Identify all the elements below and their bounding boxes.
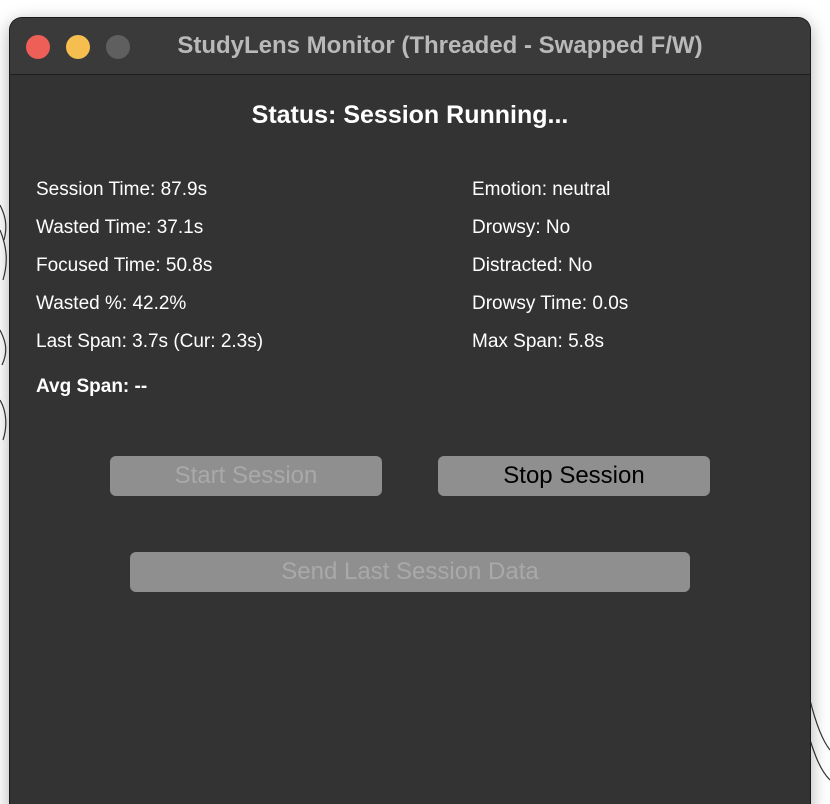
distracted-label: Distracted: No: [472, 255, 593, 276]
drowsy-time-label: Drowsy Time: 0.0s: [472, 293, 629, 314]
main-content: Status: Session Running... Session Time:…: [10, 75, 810, 804]
wasted-percent-label: Wasted %: 42.2%: [36, 293, 187, 314]
desktop-background: StudyLens Monitor (Threaded - Swapped F/…: [0, 0, 830, 804]
focused-time-label: Focused Time: 50.8s: [36, 255, 213, 276]
app-window: StudyLens Monitor (Threaded - Swapped F/…: [10, 18, 810, 804]
session-time-label: Session Time: 87.9s: [36, 179, 208, 200]
avg-span-label: Avg Span: --: [36, 376, 148, 397]
send-last-session-data-button[interactable]: Send Last Session Data: [130, 552, 690, 592]
emotion-label: Emotion: neutral: [472, 179, 611, 200]
start-session-button[interactable]: Start Session: [110, 456, 382, 496]
close-window-button[interactable]: [26, 35, 50, 59]
window-title: StudyLens Monitor (Threaded - Swapped F/…: [177, 32, 703, 59]
stop-session-button[interactable]: Stop Session: [438, 456, 710, 496]
drowsy-label: Drowsy: No: [472, 217, 571, 238]
max-span-label: Max Span: 5.8s: [472, 331, 605, 352]
wasted-time-label: Wasted Time: 37.1s: [36, 217, 204, 238]
minimize-window-button[interactable]: [66, 35, 90, 59]
title-bar[interactable]: StudyLens Monitor (Threaded - Swapped F/…: [10, 18, 810, 75]
last-span-label: Last Span: 3.7s (Cur: 2.3s): [36, 331, 264, 352]
status-label: Status: Session Running...: [251, 101, 569, 129]
